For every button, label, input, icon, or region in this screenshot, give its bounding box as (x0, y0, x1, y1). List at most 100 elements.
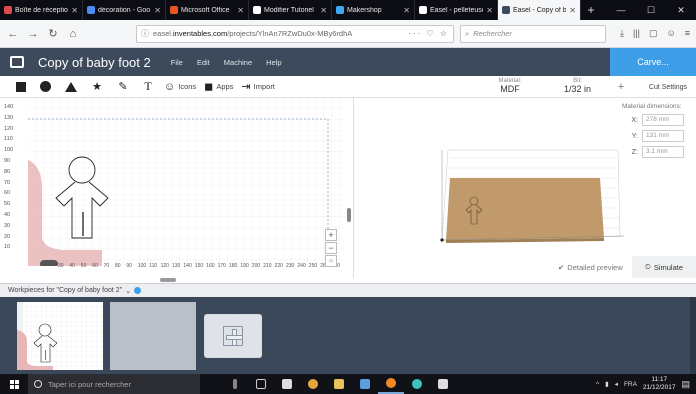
design-canvas[interactable]: 140 130 120 110 100 90 80 70 60 50 40 30 20 10 30 40 50… (0, 98, 354, 278)
explorer-icon[interactable] (326, 374, 352, 394)
close-tab-icon[interactable]: ✕ (569, 6, 576, 15)
close-tab-icon[interactable]: ✕ (403, 6, 410, 15)
menu-icon[interactable]: ≡ (685, 28, 690, 39)
mail-icon[interactable] (430, 374, 456, 394)
app-icon[interactable] (352, 374, 378, 394)
help-icon[interactable] (134, 287, 142, 294)
workpieces-scrollbar[interactable] (690, 297, 696, 374)
page-actions-icon[interactable]: ··· ♡ ☆ (408, 29, 449, 38)
maximize-button[interactable]: ☐ (636, 5, 666, 16)
tab-label: Microsoft Office (181, 6, 230, 14)
network-icon[interactable]: ▮ (605, 380, 609, 388)
add-workpiece-button[interactable] (204, 314, 262, 358)
browser-tab[interactable]: Makershop ✕ (332, 0, 415, 20)
library-icon[interactable]: ||| (633, 28, 640, 39)
add-icon (223, 326, 243, 346)
notifications-icon[interactable]: ▤ (681, 379, 690, 390)
simulate-button[interactable]: ⏲ Simulate (632, 256, 696, 278)
menu-help[interactable]: Help (266, 58, 281, 67)
menu-file[interactable]: File (171, 58, 183, 67)
x-tick-label: 30 (58, 263, 64, 269)
workpiece-thumbnail-empty[interactable] (110, 302, 196, 370)
detailed-preview-toggle[interactable]: ✔ Detailed preview (558, 256, 623, 278)
browser-tab[interactable]: Easel - pelleteuse ✕ (415, 0, 498, 20)
y-tick-label: 70 (4, 179, 11, 186)
add-bit-button[interactable]: + (612, 76, 630, 98)
y-tick-label: 90 (4, 158, 11, 164)
app-icon-2[interactable] (404, 374, 430, 394)
close-tab-icon[interactable]: ✕ (154, 6, 161, 15)
browser-tab[interactable]: Modifier Tutoriel ✕ (249, 0, 332, 20)
chevron-down-icon[interactable]: ⌄ (125, 287, 131, 295)
circle-tool[interactable] (32, 76, 58, 98)
store-icon[interactable] (274, 374, 300, 394)
url-bar[interactable]: ⓘ easel.inventables.com/projects/YlnAn7R… (136, 24, 454, 43)
carve-button[interactable]: Carve... (610, 48, 696, 76)
new-tab-button[interactable]: + (581, 0, 601, 20)
windows-taskbar: Taper ici pour rechercher ^ ▮ ◂ FRA 11:1… (0, 374, 696, 394)
canvas-grid (28, 98, 346, 266)
reload-icon[interactable]: ↻ (46, 27, 60, 41)
project-title[interactable]: Copy of baby foot 2 (38, 55, 151, 70)
x-tick-label: 200 (251, 263, 261, 269)
close-tab-icon[interactable]: ✕ (237, 6, 244, 15)
workpiece-thumbnail[interactable] (17, 302, 103, 370)
y-tick-label: 10 (4, 244, 11, 251)
close-tab-icon[interactable]: ✕ (486, 6, 493, 15)
browser-tab[interactable]: Microsoft Office ✕ (166, 0, 249, 20)
y-input[interactable]: 131 mm (642, 130, 684, 142)
clock[interactable]: 11:17 21/12/2017 (643, 376, 676, 392)
back-icon[interactable]: ← (6, 27, 20, 41)
home-icon[interactable]: ⌂ (66, 27, 80, 41)
extension-icon[interactable]: ☺ (667, 28, 676, 39)
tray-arrow-icon[interactable]: ^ (596, 381, 599, 388)
sidebar-icon[interactable]: ▢ (649, 28, 658, 39)
close-window-button[interactable]: ✕ (666, 5, 696, 16)
browser-search-field[interactable]: ⌕ Rechercher (460, 24, 606, 43)
browser-tab[interactable]: Easel - Copy of b ✕ (498, 0, 581, 20)
volume-icon[interactable]: ◂ (615, 380, 618, 388)
text-tool[interactable]: T (136, 76, 160, 98)
minimize-button[interactable]: — (606, 5, 636, 15)
close-tab-icon[interactable]: ✕ (71, 6, 78, 15)
icons-tool[interactable]: ☺ Icons (160, 76, 200, 98)
x-input[interactable]: 278 mm (642, 114, 684, 126)
square-tool[interactable] (10, 76, 32, 98)
zoom-in-button[interactable]: + (325, 229, 337, 241)
downloads-icon[interactable]: ⤓ (620, 28, 624, 39)
menu-edit[interactable]: Edit (197, 58, 210, 67)
triangle-tool[interactable] (58, 76, 84, 98)
apps-tool[interactable]: ◼ Apps (200, 76, 237, 98)
menu-machine[interactable]: Machine (224, 58, 252, 67)
import-icon: ⇥ (241, 81, 251, 93)
x-tick-label: 80 (115, 263, 121, 269)
firefox-icon[interactable] (378, 374, 404, 394)
fit-view-button[interactable]: ⌂ (325, 255, 337, 267)
close-tab-icon[interactable]: ✕ (320, 6, 327, 15)
import-tool[interactable]: ⇥ Import (237, 76, 278, 98)
material-selector[interactable]: Material: MDF (480, 76, 540, 94)
x-tick-label: 170 (217, 263, 226, 269)
zoom-out-button[interactable]: − (325, 242, 337, 254)
chrome-icon[interactable] (300, 374, 326, 394)
apps-label: Apps (216, 82, 234, 91)
taskbar-search[interactable]: Taper ici pour rechercher (28, 374, 200, 394)
z-input[interactable]: 3.1 mm (642, 146, 684, 158)
bit-selector[interactable]: Bit: 1/32 in (545, 76, 610, 94)
canvas-scrollbar[interactable] (347, 208, 351, 222)
cut-settings-button[interactable]: Cut Settings (640, 76, 696, 98)
browser-tab[interactable]: décoration - Goo ✕ (83, 0, 166, 20)
panel-resize-handle[interactable] (160, 278, 176, 282)
browser-tab[interactable]: Boîte de réceptio ✕ (0, 0, 83, 20)
x-tick-label: 160 (206, 263, 215, 269)
forward-icon[interactable]: → (26, 27, 40, 41)
star-tool[interactable]: ★ (84, 76, 110, 98)
language-indicator[interactable]: FRA (624, 381, 637, 388)
y-tick-label: 40 (4, 212, 11, 218)
windows-start-icon[interactable] (0, 374, 28, 394)
microphone-icon[interactable] (222, 374, 248, 394)
x-tick-label: 190 (240, 263, 249, 269)
task-view-icon[interactable] (248, 374, 274, 394)
pen-tool[interactable]: ✎ (110, 76, 136, 98)
favicon-icon (419, 6, 427, 14)
